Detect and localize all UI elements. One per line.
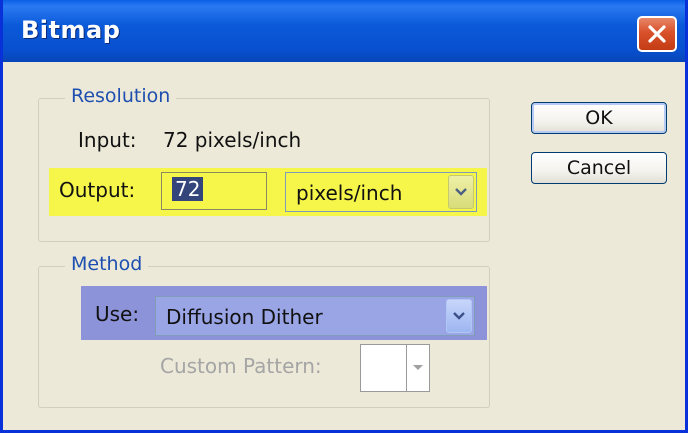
output-unit-dropdown-button[interactable]: [448, 175, 474, 209]
output-unit-value: pixels/inch: [296, 181, 403, 205]
chevron-down-icon: [413, 365, 423, 370]
method-select[interactable]: Diffusion Dither: [155, 296, 475, 336]
window-title: Bitmap: [21, 16, 121, 44]
close-button[interactable]: [637, 16, 677, 52]
output-value-field[interactable]: 72: [161, 172, 267, 210]
output-label: Output:: [59, 178, 136, 202]
custom-pattern-select[interactable]: [360, 344, 430, 392]
input-value: 72 pixels/inch: [163, 128, 302, 152]
ok-button[interactable]: OK: [531, 102, 667, 134]
output-unit-select[interactable]: pixels/inch: [285, 172, 477, 212]
custom-pattern-separator: [406, 345, 407, 391]
chevron-down-icon: [455, 188, 467, 196]
resolution-legend: Resolution: [65, 85, 177, 107]
dialog-body: Resolution Input: 72 pixels/inch Output:…: [3, 62, 685, 430]
close-icon: [648, 25, 666, 43]
method-legend: Method: [65, 253, 149, 275]
chevron-down-icon: [453, 312, 465, 320]
bitmap-dialog: Bitmap Resolution Input: 72 pixels/inch …: [0, 0, 688, 433]
input-label: Input:: [78, 128, 137, 152]
title-bar[interactable]: Bitmap: [3, 0, 685, 62]
output-value-selection: 72: [172, 177, 204, 201]
method-dropdown-button[interactable]: [446, 299, 472, 333]
method-value: Diffusion Dither: [166, 305, 323, 329]
use-label: Use:: [95, 302, 140, 326]
cancel-button[interactable]: Cancel: [531, 152, 667, 184]
custom-pattern-label: Custom Pattern:: [160, 354, 322, 378]
